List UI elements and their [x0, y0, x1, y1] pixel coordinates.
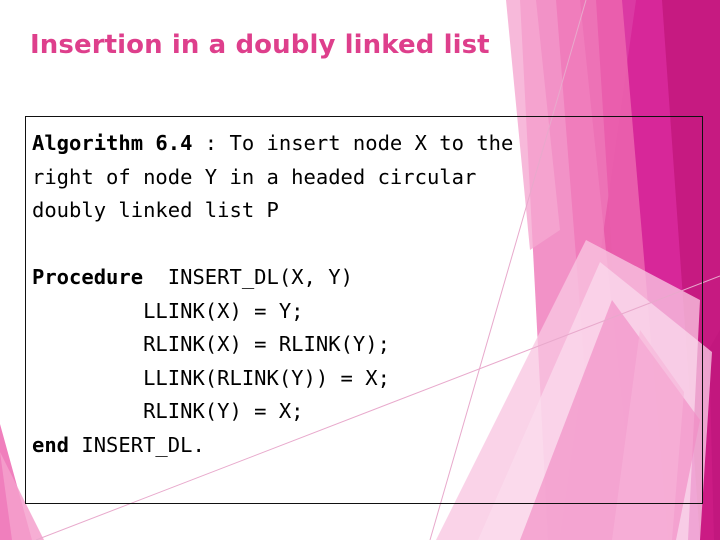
line-2-text: right of node Y in a headed circular	[32, 164, 477, 189]
line-6: RLINK(X) = RLINK(Y);	[32, 328, 704, 362]
line-6-text: RLINK(X) = RLINK(Y);	[32, 332, 390, 356]
slide-title-text: Insertion in a doubly linked list	[30, 30, 490, 60]
slide: Insertion in a doubly linked list Algori…	[0, 0, 720, 540]
line-4-keyword: Procedure	[32, 265, 144, 289]
line-8: RLINK(Y) = X;	[32, 395, 704, 429]
line-8-text: RLINK(Y) = X;	[32, 399, 304, 423]
line-4-text: INSERT_DL(X, Y)	[143, 265, 353, 289]
line-7-text: LLINK(RLINK(Y)) = X;	[32, 365, 390, 390]
line-blank	[32, 228, 704, 262]
line-2: right of node Y in a headed circular	[32, 161, 704, 195]
line-3-text: doubly linked list P	[32, 198, 279, 222]
line-9-keyword: end	[32, 432, 70, 457]
line-9-text: INSERT_DL.	[69, 432, 205, 457]
line-4: Procedure INSERT_DL(X, Y)	[32, 261, 704, 295]
line-5: LLINK(X) = Y;	[32, 295, 704, 329]
content-textbox: Algorithm 6.4 : To insert node X to the r…	[25, 116, 703, 504]
line-1: Algorithm 6.4 : To insert node X to the	[32, 127, 704, 161]
line-5-text: LLINK(X) = Y;	[32, 298, 304, 323]
line-7: LLINK(RLINK(Y)) = X;	[32, 362, 704, 396]
line-1-text: : To insert node X to the	[192, 131, 514, 155]
algorithm-text-block: Algorithm 6.4 : To insert node X to the r…	[32, 127, 704, 462]
line-3: doubly linked list P	[32, 194, 704, 228]
line-1-keyword: Algorithm 6.4	[32, 131, 193, 155]
slide-title: Insertion in a doubly linked list	[30, 28, 670, 62]
line-9: end INSERT_DL.	[32, 429, 704, 463]
